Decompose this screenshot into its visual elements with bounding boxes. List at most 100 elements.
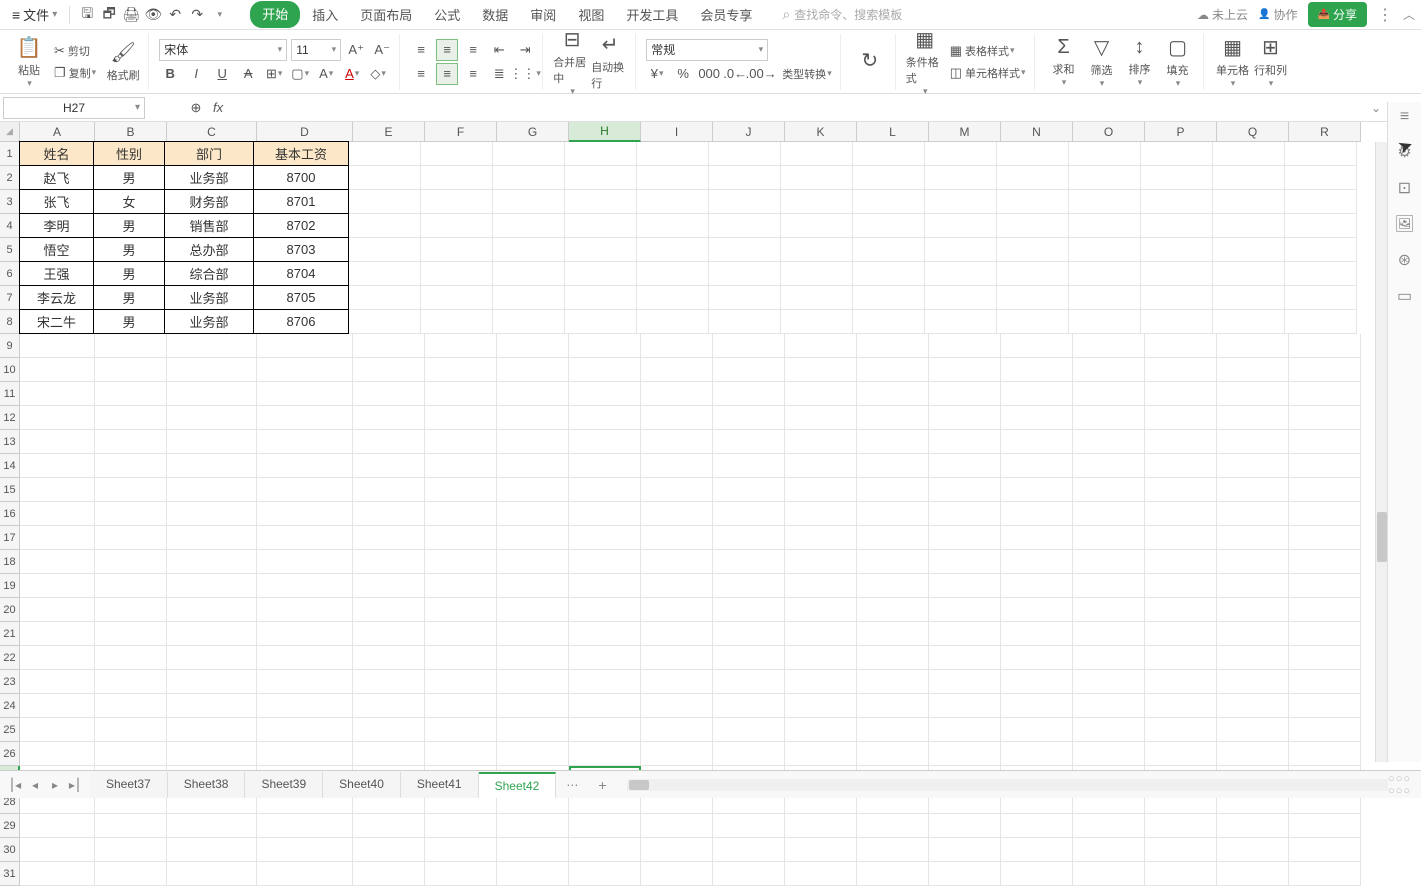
cell-F25[interactable]: [425, 718, 497, 742]
cell-N8[interactable]: [997, 310, 1069, 334]
cell-F9[interactable]: [425, 334, 497, 358]
cell-G6[interactable]: [493, 262, 565, 286]
cell-C30[interactable]: [167, 838, 257, 862]
cell-O23[interactable]: [1073, 670, 1145, 694]
cell-P31[interactable]: [1145, 862, 1217, 886]
cell-J4[interactable]: [709, 214, 781, 238]
cell-M15[interactable]: [929, 478, 1001, 502]
cell-A7[interactable]: 李云龙: [19, 285, 94, 310]
sheet-next-icon[interactable]: ▸: [46, 776, 64, 794]
cell-N29[interactable]: [1001, 814, 1073, 838]
cell-R11[interactable]: [1289, 382, 1361, 406]
strikethrough-icon[interactable]: A: [237, 63, 259, 85]
cell-O13[interactable]: [1073, 430, 1145, 454]
cell-A11[interactable]: [20, 382, 95, 406]
cell-R1[interactable]: [1285, 142, 1357, 166]
increase-decimal-icon[interactable]: .0←: [724, 63, 746, 85]
orientation-icon[interactable]: ⋮⋮: [514, 63, 536, 85]
cell-E26[interactable]: [353, 742, 425, 766]
cell-R19[interactable]: [1289, 574, 1361, 598]
cell-E24[interactable]: [353, 694, 425, 718]
cell-F15[interactable]: [425, 478, 497, 502]
ribbon-tab-2[interactable]: 页面布局: [350, 1, 422, 28]
cell-K2[interactable]: [781, 166, 853, 190]
cell-H7[interactable]: [565, 286, 637, 310]
cell-K30[interactable]: [785, 838, 857, 862]
cell-G1[interactable]: [493, 142, 565, 166]
format-painter-button[interactable]: 🖌格式刷: [104, 34, 142, 90]
cell-F6[interactable]: [421, 262, 493, 286]
cell-E6[interactable]: [349, 262, 421, 286]
cell-B25[interactable]: [95, 718, 167, 742]
cell-E5[interactable]: [349, 238, 421, 262]
increase-indent-icon[interactable]: ⇥: [514, 39, 536, 61]
cell-L17[interactable]: [857, 526, 929, 550]
row-header-29[interactable]: 29: [0, 814, 20, 838]
cell-C17[interactable]: [167, 526, 257, 550]
cell-G30[interactable]: [497, 838, 569, 862]
sheet-tab-Sheet39[interactable]: Sheet39: [245, 772, 323, 798]
cell-D18[interactable]: [257, 550, 353, 574]
cell-A22[interactable]: [20, 646, 95, 670]
cell-O18[interactable]: [1073, 550, 1145, 574]
cell-F5[interactable]: [421, 238, 493, 262]
sheet-first-icon[interactable]: ⎮◂: [6, 776, 24, 794]
ribbon-tab-8[interactable]: 会员专享: [690, 1, 762, 28]
cell-B20[interactable]: [95, 598, 167, 622]
cell-G16[interactable]: [497, 502, 569, 526]
cell-N30[interactable]: [1001, 838, 1073, 862]
share-button[interactable]: 分享: [1308, 2, 1367, 27]
cell-D7[interactable]: 8705: [253, 285, 349, 310]
cell-M17[interactable]: [929, 526, 1001, 550]
cell-R4[interactable]: [1285, 214, 1357, 238]
col-header-F[interactable]: F: [425, 122, 497, 142]
cell-D4[interactable]: 8702: [253, 213, 349, 238]
cell-Q26[interactable]: [1217, 742, 1289, 766]
row-header-1[interactable]: 1: [0, 142, 20, 166]
cell-D25[interactable]: [257, 718, 353, 742]
cell-B19[interactable]: [95, 574, 167, 598]
cell-E1[interactable]: [349, 142, 421, 166]
cell-G26[interactable]: [497, 742, 569, 766]
cell-E2[interactable]: [349, 166, 421, 190]
cell-E12[interactable]: [353, 406, 425, 430]
cell-D14[interactable]: [257, 454, 353, 478]
cell-O9[interactable]: [1073, 334, 1145, 358]
save-icon[interactable]: 🖫: [76, 4, 98, 26]
cell-A17[interactable]: [20, 526, 95, 550]
cell-N6[interactable]: [997, 262, 1069, 286]
cell-A4[interactable]: 李明: [19, 213, 94, 238]
sheet-last-icon[interactable]: ▸⎮: [66, 776, 84, 794]
cell-N17[interactable]: [1001, 526, 1073, 550]
cell-J12[interactable]: [713, 406, 785, 430]
cell-M22[interactable]: [929, 646, 1001, 670]
cell-M31[interactable]: [929, 862, 1001, 886]
col-header-Q[interactable]: Q: [1217, 122, 1289, 142]
cell-D22[interactable]: [257, 646, 353, 670]
cell-K11[interactable]: [785, 382, 857, 406]
row-header-21[interactable]: 21: [0, 622, 20, 646]
cell-R31[interactable]: [1289, 862, 1361, 886]
cell-F21[interactable]: [425, 622, 497, 646]
cell-R23[interactable]: [1289, 670, 1361, 694]
cell-B13[interactable]: [95, 430, 167, 454]
cell-B26[interactable]: [95, 742, 167, 766]
panel-style-icon[interactable]: ⊡: [1398, 178, 1411, 198]
cell-L3[interactable]: [853, 190, 925, 214]
cell-C9[interactable]: [167, 334, 257, 358]
cell-O6[interactable]: [1069, 262, 1141, 286]
name-box[interactable]: H27 ▾: [3, 97, 145, 119]
cell-E8[interactable]: [349, 310, 421, 334]
cell-J24[interactable]: [713, 694, 785, 718]
cell-O30[interactable]: [1073, 838, 1145, 862]
cell-M6[interactable]: [925, 262, 997, 286]
cell-M23[interactable]: [929, 670, 1001, 694]
cell-B11[interactable]: [95, 382, 167, 406]
highlight-icon[interactable]: ◇: [367, 63, 389, 85]
cell-G8[interactable]: [493, 310, 565, 334]
cell-A26[interactable]: [20, 742, 95, 766]
cell-G15[interactable]: [497, 478, 569, 502]
cell-H20[interactable]: [569, 598, 641, 622]
cell-R25[interactable]: [1289, 718, 1361, 742]
cell-C14[interactable]: [167, 454, 257, 478]
